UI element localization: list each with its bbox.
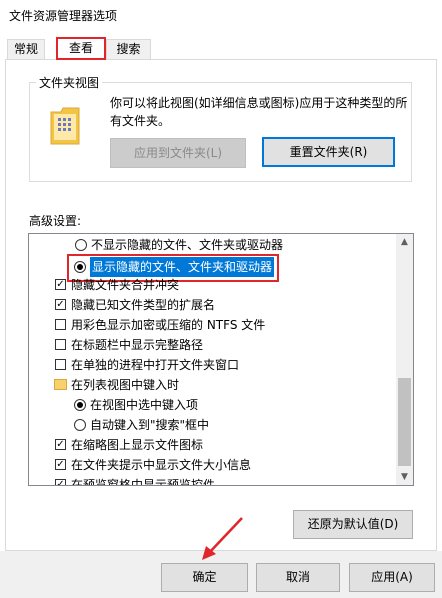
tab-search[interactable]: 搜索	[106, 39, 151, 60]
checkbox-file-size-tips[interactable]: ✓	[55, 459, 66, 470]
folder-views-title: 文件夹视图	[36, 74, 103, 91]
list-item-label: 在列表视图中键入时	[71, 378, 180, 392]
ok-button[interactable]: 确定	[161, 563, 248, 592]
title-bar: 文件资源管理器选项	[0, 0, 442, 30]
folder-view-icon	[50, 107, 80, 145]
list-item-label: 在视图中选中键入项	[90, 398, 199, 412]
checkbox-preview-handlers[interactable]: ✓	[55, 479, 66, 485]
radio-select-typed-item[interactable]	[74, 399, 86, 411]
list-item-label: 在文件夹提示中显示文件大小信息	[71, 458, 252, 472]
list-item-label: 在预览窗格中显示预览控件	[71, 478, 216, 486]
list-item-label: 隐藏文件夹合并冲突	[71, 278, 180, 292]
folder-views-description: 你可以将此视图(如详细信息或图标)应用于这种类型的所有文件夹。	[110, 96, 408, 128]
scroll-thumb[interactable]	[398, 378, 411, 466]
list-item-label: 自动键入到"搜索"框中	[90, 418, 210, 432]
checkbox-thumbnail-icons[interactable]: ✓	[55, 439, 66, 450]
annotation-arrow-icon	[202, 517, 243, 560]
list-item-label: 隐藏已知文件类型的扩展名	[71, 298, 216, 312]
advanced-settings-label: 高级设置:	[29, 214, 82, 228]
list-item-label: 在单独的进程中打开文件夹窗口	[71, 358, 240, 372]
restore-defaults-button[interactable]: 还原为默认值(D)	[293, 510, 413, 539]
window-title: 文件资源管理器选项	[9, 9, 118, 23]
list-item-label: 在缩略图上显示文件图标	[71, 438, 204, 452]
checkbox-color-ntfs[interactable]	[55, 319, 66, 330]
advanced-settings-list[interactable]: 不显示隐藏的文件、文件夹或驱动器 显示隐藏的文件、文件夹和驱动器 ✓ 隐藏文件夹…	[28, 233, 414, 486]
list-item-label: 在标题栏中显示完整路径	[71, 338, 204, 352]
apply-to-folders-button[interactable]: 应用到文件夹(L)	[110, 138, 246, 168]
reset-folders-button[interactable]: 重置文件夹(R)	[262, 137, 395, 167]
radio-show-hidden[interactable]	[74, 261, 86, 273]
checkbox-full-path[interactable]	[55, 339, 66, 350]
radio-type-into-search[interactable]	[74, 419, 86, 431]
list-item-label: 用彩色显示加密或压缩的 NTFS 文件	[71, 318, 266, 332]
folder-icon	[54, 379, 67, 390]
checkbox-separate-process[interactable]	[55, 359, 66, 370]
cancel-button[interactable]: 取消	[256, 563, 340, 592]
tab-view[interactable]: 查看	[56, 37, 106, 60]
list-item-label: 显示隐藏的文件、文件夹和驱动器	[90, 257, 275, 277]
list-item-label: 不显示隐藏的文件、文件夹或驱动器	[91, 238, 284, 252]
scroll-down-icon[interactable]: ▼	[396, 472, 413, 482]
apply-button[interactable]: 应用(A)	[349, 563, 435, 592]
tab-general[interactable]: 常规	[7, 39, 45, 60]
scroll-up-icon[interactable]: ▲	[396, 237, 413, 247]
radio-hide-hidden[interactable]	[75, 239, 87, 251]
checkbox-hide-extensions[interactable]: ✓	[55, 299, 66, 310]
checkbox-hide-merge-conflicts[interactable]: ✓	[55, 279, 66, 290]
